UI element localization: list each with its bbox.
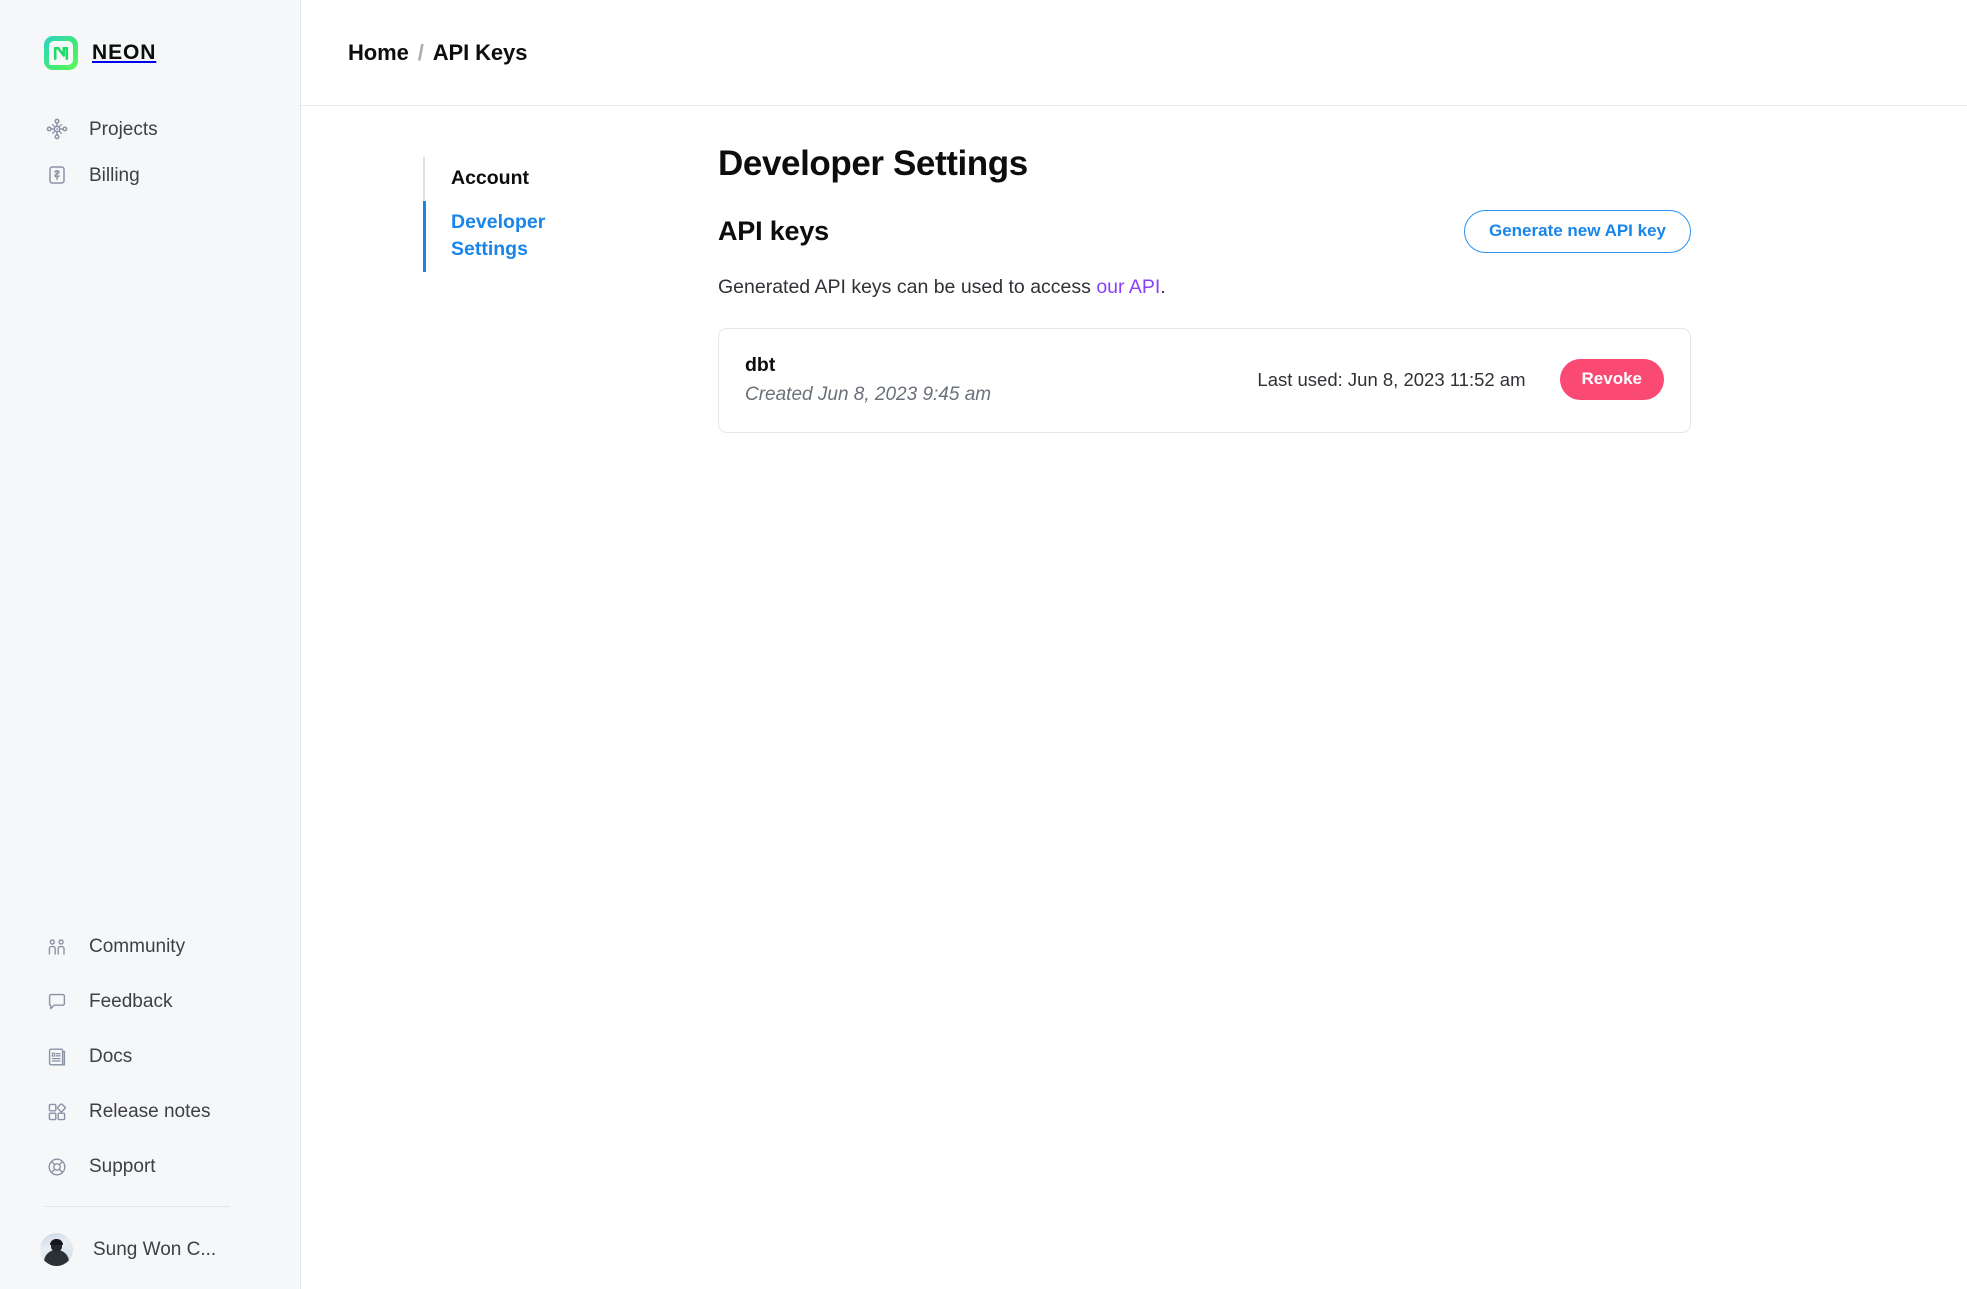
sidebar-item-label: Community — [89, 936, 186, 957]
subnav-item-account[interactable]: Account — [423, 157, 613, 201]
sidebar-user-menu[interactable]: Sung Won C... — [0, 1219, 300, 1279]
topbar: Home / API Keys — [301, 0, 1967, 106]
projects-node-icon — [45, 117, 69, 141]
breadcrumb-separator: / — [417, 39, 424, 65]
sidebar-item-label: Support — [89, 1156, 156, 1177]
brand-name: NEON — [92, 41, 157, 64]
generate-new-api-key-button[interactable]: Generate new API key — [1463, 210, 1691, 253]
api-key-last-used: Last used: Jun 8, 2023 11:52 am — [1257, 368, 1526, 390]
breadcrumb-current: API Keys — [432, 39, 528, 65]
subnav-item-developer-settings[interactable]: Developer Settings — [423, 200, 613, 273]
sidebar-item-billing[interactable]: Billing — [0, 152, 300, 198]
sidebar-secondary-nav: Community Feedback Docs Release notes Su… — [0, 919, 300, 1289]
api-keys-description: Generated API keys can be used to access… — [718, 274, 1691, 301]
sidebar-item-label: Feedback — [89, 991, 173, 1012]
billing-card-icon — [45, 163, 69, 187]
revoke-api-key-button[interactable]: Revoke — [1559, 359, 1664, 401]
breadcrumb-home-link[interactable]: Home — [348, 40, 409, 66]
sidebar-user-name: Sung Won C... — [93, 1238, 217, 1260]
sidebar-item-label: Projects — [89, 118, 158, 140]
app-root: NEON Projects Billing Community Feedback… — [0, 0, 1967, 1289]
community-people-icon — [45, 935, 69, 959]
page-title: Developer Settings — [718, 144, 1028, 183]
sidebar-item-community[interactable]: Community — [0, 919, 300, 974]
main-area: Home / API Keys Account Developer Settin… — [301, 0, 1967, 1289]
sidebar-item-docs[interactable]: Docs — [0, 1029, 300, 1084]
breadcrumb: Home / API Keys — [348, 40, 527, 66]
neon-logo-icon — [44, 36, 78, 70]
sidebar-divider — [45, 1206, 230, 1207]
api-key-meta: dbt Created Jun 8, 2023 9:45 am — [745, 354, 991, 406]
sidebar-item-feedback[interactable]: Feedback — [0, 974, 300, 1029]
api-key-created: Created Jun 8, 2023 9:45 am — [745, 383, 992, 405]
api-keys-section-header: API keys Generate new API key — [718, 210, 1691, 253]
api-key-actions: Last used: Jun 8, 2023 11:52 am Revoke — [1257, 359, 1664, 401]
sidebar-item-support[interactable]: Support — [0, 1139, 300, 1194]
release-notes-grid-icon — [45, 1100, 69, 1124]
feedback-chat-icon — [45, 990, 69, 1014]
brand-home-link[interactable]: NEON — [0, 0, 300, 76]
docs-document-icon — [45, 1045, 69, 1069]
sidebar-primary-nav: Projects Billing — [0, 106, 300, 198]
api-key-name: dbt — [745, 353, 776, 376]
content-area: Account Developer Settings Developer Set… — [301, 106, 1967, 1289]
sidebar: NEON Projects Billing Community Feedback… — [0, 0, 301, 1289]
our-api-link[interactable]: our API — [1096, 276, 1160, 298]
description-prefix: Generated API keys can be used to access — [718, 276, 1097, 298]
sidebar-item-label: Release notes — [89, 1101, 211, 1122]
api-keys-title: API keys — [718, 216, 829, 246]
sidebar-item-label: Docs — [89, 1046, 133, 1067]
sidebar-item-projects[interactable]: Projects — [0, 106, 300, 152]
api-keys-list: dbt Created Jun 8, 2023 9:45 am Last use… — [718, 328, 1691, 434]
api-key-row: dbt Created Jun 8, 2023 9:45 am Last use… — [718, 328, 1691, 434]
developer-settings-panel: Developer Settings API keys Generate new… — [718, 144, 1818, 1289]
support-lifebuoy-icon — [45, 1155, 69, 1179]
avatar — [40, 1232, 73, 1266]
settings-subnav: Account Developer Settings — [423, 144, 718, 1289]
sidebar-item-release-notes[interactable]: Release notes — [0, 1084, 300, 1139]
description-suffix: . — [1160, 276, 1166, 298]
sidebar-item-label: Billing — [89, 164, 140, 186]
